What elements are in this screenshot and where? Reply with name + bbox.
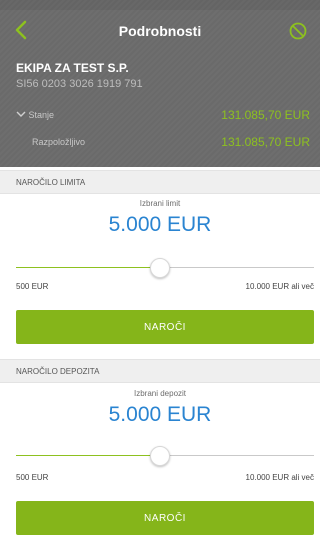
deposit-min-label: 500 EUR xyxy=(16,473,49,482)
limit-slider[interactable] xyxy=(16,258,314,278)
deposit-section-header: NAROČILO DEPOZITA xyxy=(0,359,320,383)
order-limit-button[interactable]: NAROČI xyxy=(16,310,314,344)
slider-fill xyxy=(16,267,160,268)
deposit-section-title: NAROČILO DEPOZITA xyxy=(16,367,100,376)
slider-thumb[interactable] xyxy=(150,446,171,466)
balance-toggle[interactable]: Stanje xyxy=(16,110,54,120)
deposit-caption: Izbrani depozit xyxy=(133,389,187,398)
available-value: 131.085,70 EUR xyxy=(221,135,310,149)
slider-thumb[interactable] xyxy=(150,258,171,278)
limit-caption: Izbrani limit xyxy=(139,199,181,208)
deposit-max-label: 10.000 EUR ali več xyxy=(245,473,314,482)
limit-amount: 5.000 EUR xyxy=(108,213,212,236)
account-header: Podrobnosti EKIPA ZA TEST S.P. SI56 0203… xyxy=(0,0,320,167)
status-bar xyxy=(0,0,320,10)
chevron-down-icon xyxy=(16,111,26,117)
page-title: Podrobnosti xyxy=(118,23,202,39)
limit-min-label: 500 EUR xyxy=(16,282,49,291)
block-icon xyxy=(289,22,307,40)
deposit-slider[interactable] xyxy=(16,446,314,466)
limit-max-label: 10.000 EUR ali več xyxy=(245,282,314,291)
account-name: EKIPA ZA TEST S.P. xyxy=(16,61,129,75)
order-deposit-button[interactable]: NAROČI xyxy=(16,501,314,535)
balance-label: Stanje xyxy=(28,110,55,120)
deposit-amount: 5.000 EUR xyxy=(108,403,212,426)
balance-value: 131.085,70 EUR xyxy=(221,108,310,122)
limit-section-header: NAROČILO LIMITA xyxy=(0,170,320,194)
account-iban: SI56 0203 3026 1919 791 xyxy=(16,78,143,90)
block-button[interactable] xyxy=(288,21,308,41)
available-label: Razpoložljivo xyxy=(32,137,86,147)
limit-section-title: NAROČILO LIMITA xyxy=(16,178,86,187)
slider-fill xyxy=(16,455,160,456)
